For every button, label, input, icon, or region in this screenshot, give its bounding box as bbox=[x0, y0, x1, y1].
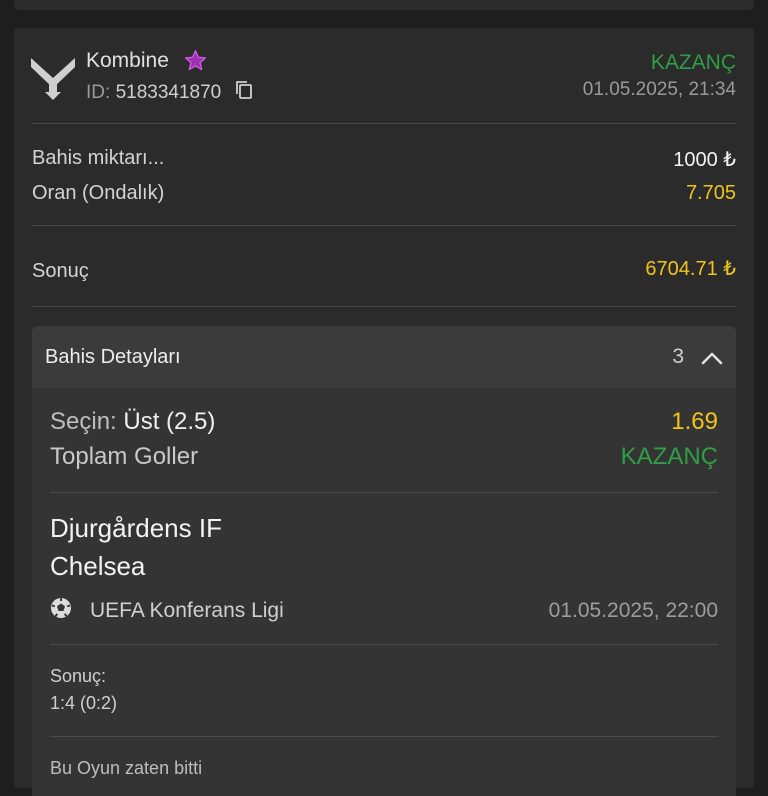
divider bbox=[32, 123, 736, 124]
bet-id-value: 5183341870 bbox=[115, 82, 222, 103]
divider bbox=[50, 644, 718, 645]
bet-details-header[interactable]: Bahis Detayları 3 bbox=[32, 326, 736, 388]
bet-type-label: Kombine bbox=[86, 49, 169, 72]
odds-value: 7.705 bbox=[685, 182, 736, 204]
bet-card: Kombine ID: 5183341870 KAZANÇ 01.05.2025… bbox=[14, 28, 754, 796]
copy-icon[interactable] bbox=[235, 80, 253, 100]
selection-pick-value: Üst (2.5) bbox=[123, 408, 216, 435]
bet-placed-date: 01.05.2025, 21:34 bbox=[582, 79, 736, 100]
bet-details-count: 3 bbox=[672, 345, 684, 368]
divider bbox=[32, 306, 736, 307]
selection-pick-label: Seçin: bbox=[50, 408, 117, 435]
selection-pick: Seçin: Üst (2.5) bbox=[50, 408, 215, 436]
selection-status-badge: KAZANÇ bbox=[620, 443, 718, 470]
match-result-label: Sonuç: bbox=[50, 666, 107, 686]
bet-id-label: ID: bbox=[86, 82, 111, 103]
league-name: UEFA Konferans Ligi bbox=[90, 599, 284, 622]
divider bbox=[50, 492, 718, 493]
bet-details-title: Bahis Detayları bbox=[45, 346, 181, 368]
match-result-value: 1:4 (0:2) bbox=[50, 693, 118, 713]
home-team: Djurgårdens IF bbox=[50, 513, 222, 543]
previous-bet-card[interactable] bbox=[14, 0, 754, 10]
match-date: 01.05.2025, 22:00 bbox=[548, 599, 718, 622]
game-finished-note: Bu Oyun zaten bitti bbox=[50, 758, 203, 778]
bet-status-badge: KAZANÇ bbox=[650, 51, 736, 74]
divider bbox=[50, 736, 718, 737]
divider bbox=[32, 225, 736, 226]
stake-label: Bahis miktarı... bbox=[32, 147, 165, 169]
soccer-ball-icon bbox=[51, 598, 71, 618]
bet-header: Kombine ID: 5183341870 KAZANÇ 01.05.2025… bbox=[14, 28, 754, 123]
odds-label: Oran (Ondalık) bbox=[32, 182, 165, 204]
stake-value: 1000 ₺ bbox=[673, 149, 736, 171]
star-icon[interactable] bbox=[184, 49, 207, 72]
away-team: Chelsea bbox=[50, 551, 146, 581]
selection-market: Toplam Goller bbox=[50, 443, 199, 470]
bet-details-panel: Bahis Detayları 3 Seçin: Üst (2.5) 1.69 … bbox=[32, 326, 736, 796]
brand-logo-icon bbox=[31, 58, 75, 100]
bet-id: ID: 5183341870 bbox=[86, 80, 253, 104]
chevron-up-icon[interactable] bbox=[700, 346, 724, 370]
result-label: Sonuç bbox=[32, 260, 89, 282]
result-value: 6704.71 ₺ bbox=[645, 258, 736, 280]
selection-odd: 1.69 bbox=[671, 408, 718, 435]
